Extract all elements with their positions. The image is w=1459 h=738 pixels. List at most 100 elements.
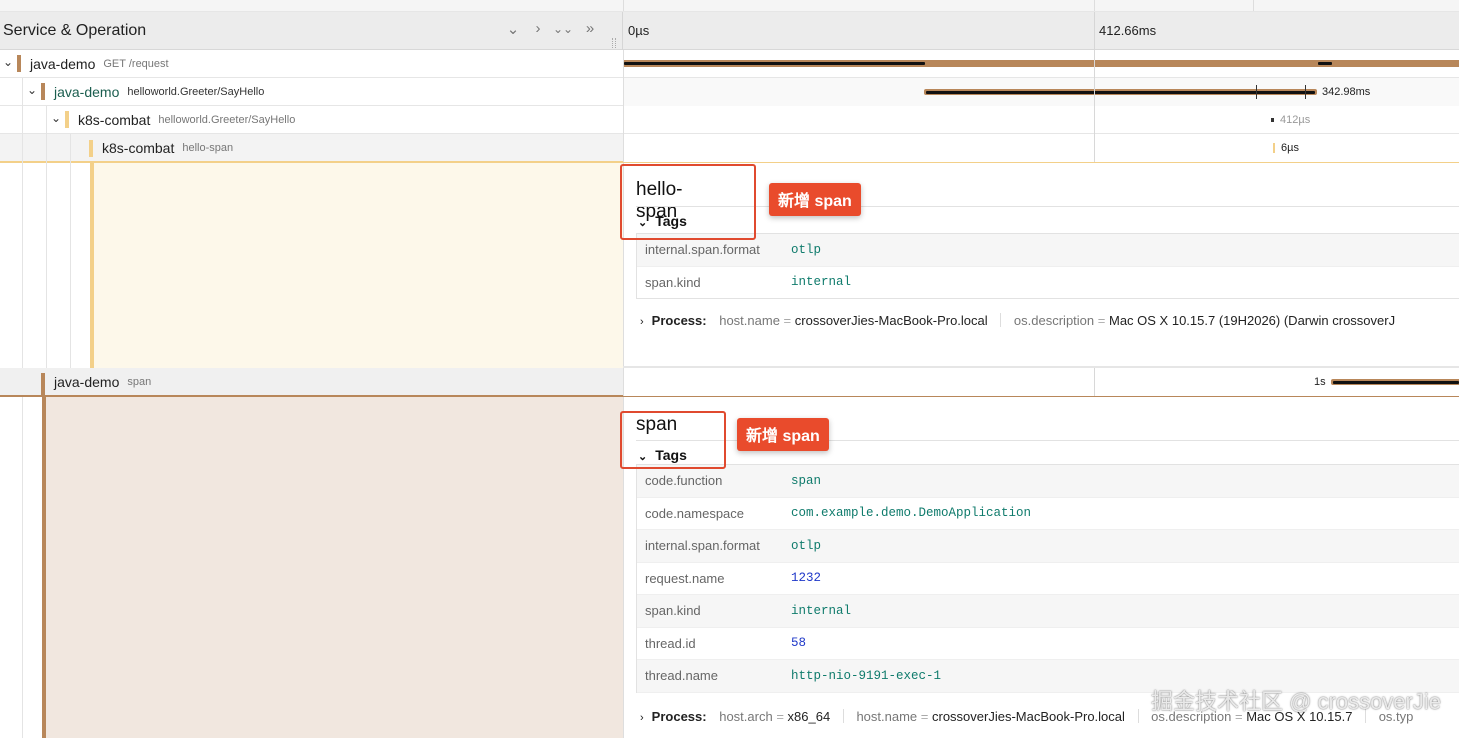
- process-label: Process:: [651, 709, 707, 724]
- tag-key: thread.id: [645, 635, 696, 651]
- tag-value: span: [791, 473, 822, 488]
- tick-divider: [1094, 12, 1095, 50]
- span-marker: [1305, 85, 1306, 99]
- tags-table: internal.span.format otlp span.kind intern…: [636, 233, 1459, 299]
- service-name: java-demo: [30, 56, 96, 72]
- process-value: Mac OS X 10.15.7 (19H2026) (Darwin cross…: [1108, 313, 1396, 328]
- tag-value: com.example.demo.DemoApplication: [791, 506, 1032, 521]
- process-key: host.name: [719, 313, 780, 328]
- span-name: k8s-combat hello-span: [102, 134, 233, 162]
- service-color-bar: [41, 83, 45, 100]
- tree-guide: [46, 106, 47, 368]
- resize-handle[interactable]: [612, 38, 616, 48]
- chevron-down-icon[interactable]: ⌄: [27, 83, 37, 97]
- span-duration: 6µs: [1281, 142, 1299, 154]
- span-row-selected[interactable]: k8s-combat hello-span 6µs: [0, 134, 1459, 163]
- tag-row: code.function span: [637, 465, 1459, 498]
- tag-value: otlp: [791, 538, 822, 553]
- annotation-highlight-box: [620, 164, 756, 240]
- tag-row: thread.id 58: [637, 628, 1459, 660]
- span-bar[interactable]: [1271, 118, 1274, 122]
- tag-row: request.name 1232: [637, 563, 1459, 595]
- tree-guide: [70, 134, 71, 368]
- tag-value: otlp: [791, 242, 822, 257]
- span-bar-child: [624, 62, 925, 65]
- tag-row: code.namespace com.example.demo.DemoAppli…: [637, 498, 1459, 530]
- tag-key: span.kind: [645, 274, 701, 290]
- process-label: Process:: [651, 313, 707, 328]
- operation-name: hello-span: [182, 142, 234, 154]
- service-name: java-demo: [54, 374, 120, 390]
- tag-key: code.namespace: [645, 505, 745, 521]
- tag-key: internal.span.format: [645, 538, 760, 554]
- tag-value: 1232: [791, 571, 822, 586]
- span-bar[interactable]: [1273, 143, 1275, 153]
- span-row[interactable]: ⌄ java-demo helloworld.Greeter/SayHello …: [0, 78, 1459, 106]
- span-name: java-demo span: [54, 368, 151, 396]
- tag-key: request.name: [645, 570, 725, 586]
- tick-label: 0µs: [628, 23, 650, 38]
- tick-label: 412.66ms: [1099, 23, 1157, 38]
- tag-row: span.kind internal: [637, 267, 1459, 299]
- span-duration: 342.98ms: [1322, 86, 1371, 98]
- process-value: crossoverJies-MacBook-Pro.local: [794, 313, 988, 328]
- watermark: 掘金技术社区 @ crossoverJie: [1150, 689, 1441, 714]
- annotation-highlight-box: [620, 411, 726, 469]
- tag-value: http-nio-9191-exec-1: [791, 668, 942, 683]
- service-name: k8s-combat: [78, 112, 151, 128]
- process-key: os.description: [1013, 313, 1095, 328]
- tag-row: internal.span.format otlp: [637, 530, 1459, 563]
- expand-all-icon[interactable]: »: [581, 20, 599, 37]
- operation-name: helloworld.Greeter/SayHello: [127, 86, 265, 98]
- minimap-tick: [1094, 0, 1095, 11]
- process-value: x86_64: [787, 709, 831, 724]
- span-bar-child: [1333, 381, 1459, 384]
- tags-table: code.function span code.namespace com.exam…: [636, 464, 1459, 693]
- chevron-down-icon[interactable]: ⌄: [3, 55, 13, 69]
- minimap-tick: [1253, 0, 1254, 11]
- divider: [636, 298, 1459, 299]
- process-key: host.name: [856, 709, 918, 724]
- operation-name: helloworld.Greeter/SayHello: [158, 114, 296, 126]
- annotation-badge: 新增 span: [769, 183, 861, 216]
- tag-key: thread.name: [645, 668, 718, 684]
- trace-header: Service & Operation ⌄ › ⌄⌄ » 0µs 412.66m…: [0, 12, 1459, 50]
- tag-row: internal.span.format otlp: [637, 234, 1459, 267]
- process-key: host.arch: [719, 709, 773, 724]
- divider: [636, 206, 1459, 207]
- chevron-right-icon: ›: [640, 712, 644, 724]
- header-title: Service & Operation: [3, 22, 147, 39]
- collapse-all-icon[interactable]: ⌄⌄: [553, 22, 573, 36]
- expand-one-icon[interactable]: ›: [529, 20, 547, 37]
- span-duration: 412µs: [1280, 114, 1311, 126]
- tree-guide: [22, 78, 23, 738]
- tag-key: internal.span.format: [645, 242, 760, 258]
- service-name: k8s-combat: [102, 140, 175, 156]
- timeline-gridline: [1094, 50, 1095, 162]
- tag-key: span.kind: [645, 603, 701, 619]
- annotation-badge: 新增 span: [737, 418, 829, 451]
- detail-left-pane: [42, 397, 623, 738]
- span-row-selected[interactable]: java-demo span 1s: [0, 368, 1459, 397]
- chevron-down-icon[interactable]: ⌄: [51, 111, 61, 125]
- collapse-one-icon[interactable]: ⌄: [504, 20, 522, 38]
- span-name: k8s-combat helloworld.Greeter/SayHello: [78, 106, 295, 134]
- span-marker: [1256, 85, 1257, 99]
- operation-name: span: [127, 376, 152, 388]
- process-value: crossoverJies-MacBook-Pro.local: [932, 709, 1125, 724]
- span-row[interactable]: ⌄ k8s-combat helloworld.Greeter/SayHello…: [0, 106, 1459, 134]
- minimap-tick: [623, 0, 624, 11]
- span-duration: 1s: [1314, 376, 1326, 388]
- detail-left-pane: [90, 163, 623, 368]
- header-left: Service & Operation ⌄ › ⌄⌄ »: [0, 12, 623, 50]
- process-toggle[interactable]: › Process: host.name = crossoverJies-MacB…: [640, 313, 1395, 328]
- span-row[interactable]: ⌄ java-demo GET /request: [0, 50, 1459, 78]
- timeline-minimap[interactable]: [0, 0, 1459, 12]
- chevron-right-icon: ›: [640, 316, 644, 328]
- service-name: java-demo: [54, 84, 120, 100]
- timeline-cell: [624, 134, 1459, 162]
- timeline-gridline: [1094, 368, 1095, 396]
- span-name: java-demo helloworld.Greeter/SayHello: [54, 78, 264, 106]
- tag-value: 58: [791, 636, 807, 651]
- tag-row: span.kind internal: [637, 595, 1459, 628]
